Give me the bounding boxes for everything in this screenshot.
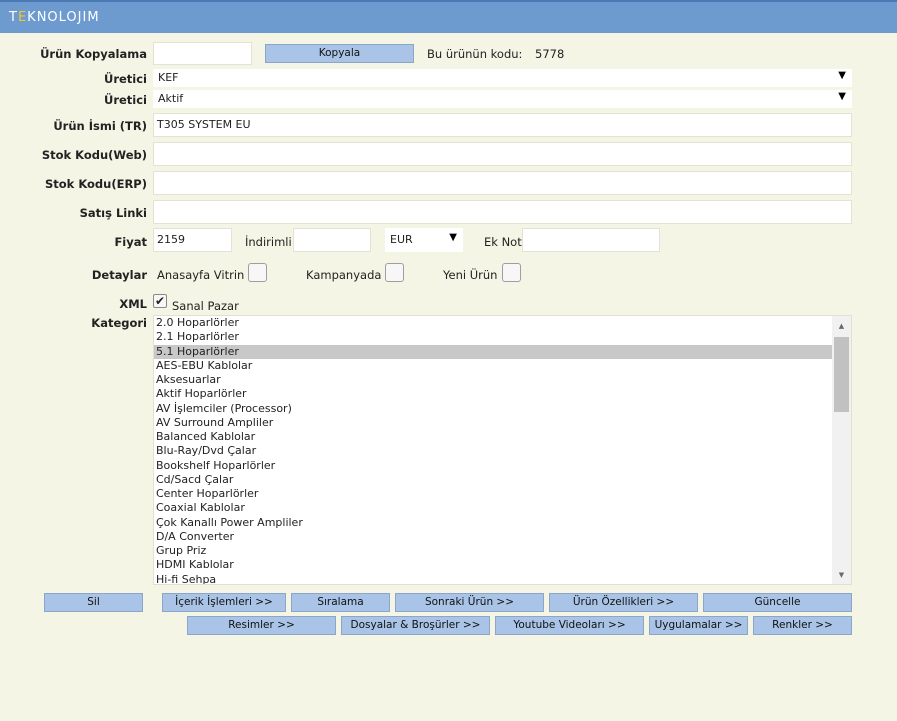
stock-web-input[interactable] (153, 142, 852, 166)
category-option[interactable]: Grup Priz (154, 544, 832, 558)
files-brochures-button[interactable]: Dosyalar & Broşürler >> (341, 616, 490, 635)
discount-label: İndirimli (245, 235, 292, 249)
manufacturer-value: KEF (158, 71, 179, 84)
content-operations-button[interactable]: İçerik İşlemleri >> (162, 593, 286, 612)
applications-button[interactable]: Uygulamalar >> (649, 616, 748, 635)
campaign-checkbox[interactable] (385, 263, 404, 282)
logo-text-end: KNOLOJIM (27, 10, 100, 25)
currency-value: EUR (390, 233, 413, 246)
scroll-down-arrow-icon[interactable]: ▼ (832, 568, 851, 582)
homepage-showcase-checkbox[interactable] (248, 263, 267, 282)
category-option[interactable]: AES-EBU Kablolar (154, 359, 832, 373)
xml-label: XML (119, 297, 147, 311)
category-option[interactable]: Center Hoparlörler (154, 487, 832, 501)
stock-erp-input[interactable] (153, 171, 852, 195)
category-option[interactable]: HDMI Kablolar (154, 558, 832, 572)
stock-web-label: Stok Kodu(Web) (41, 148, 147, 162)
category-option[interactable]: AV Surround Ampliler (154, 416, 832, 430)
currency-select[interactable]: EUR ▼ (385, 228, 463, 252)
update-button[interactable]: Güncelle (703, 593, 852, 612)
sales-link-input[interactable] (153, 200, 852, 224)
status-label: Üretici (103, 93, 147, 107)
price-input[interactable]: 2159 (153, 228, 232, 252)
virtual-market-label: Sanal Pazar (172, 299, 239, 313)
colors-button[interactable]: Renkler >> (753, 616, 852, 635)
manufacturer-select[interactable]: KEF ▼ (153, 69, 852, 87)
category-option[interactable]: AV İşlemciler (Processor) (154, 402, 832, 416)
category-option[interactable]: Coaxial Kablolar (154, 501, 832, 515)
category-option[interactable]: D/A Converter (154, 530, 832, 544)
category-option[interactable]: Hi-fi Sehpa (154, 573, 832, 585)
new-product-checkbox[interactable] (502, 263, 521, 282)
price-label: Fiyat (114, 235, 147, 249)
homepage-showcase-label: Anasayfa Vitrin (157, 268, 245, 282)
logo-text-start: T (9, 10, 18, 25)
logo-letter-accent: E (17, 10, 28, 25)
category-option[interactable]: Çok Kanallı Power Ampliler (154, 516, 832, 530)
details-label: Detaylar (91, 268, 147, 282)
category-listbox[interactable]: 2.0 Hoparlörler 2.1 Hoparlörler 5.1 Hoparl… (153, 315, 852, 585)
category-scrollbar[interactable]: ▲ ▼ (832, 316, 851, 584)
virtual-market-checkbox[interactable]: ✔ (153, 294, 167, 308)
product-name-input[interactable]: T305 SYSTEM EU (153, 113, 852, 137)
status-select[interactable]: Aktif ▼ (153, 90, 852, 108)
checkmark-icon: ✔ (154, 294, 166, 308)
scroll-up-arrow-icon[interactable]: ▲ (832, 319, 851, 333)
category-option[interactable]: 2.0 Hoparlörler (154, 316, 832, 330)
campaign-label: Kampanyada (306, 268, 382, 282)
category-option[interactable]: Aksesuarlar (154, 373, 832, 387)
category-list: 2.0 Hoparlörler 2.1 Hoparlörler 5.1 Hoparl… (154, 316, 832, 585)
extra-note-label: Ek Not (484, 235, 522, 249)
category-option[interactable]: Cd/Sacd Çalar (154, 473, 832, 487)
copy-input[interactable] (153, 42, 252, 65)
category-option[interactable]: 5.1 Hoparlörler (154, 344, 832, 359)
images-button[interactable]: Resimler >> (187, 616, 336, 635)
product-code-label: Bu ürünün kodu: (427, 47, 523, 61)
header-bar: TEKNOLOJIM (0, 0, 897, 33)
brand-logo[interactable]: TEKNOLOJIM (9, 10, 100, 25)
dropdown-arrow-icon: ▼ (838, 70, 846, 81)
product-name-label: Ürün İsmi (TR) (53, 119, 147, 133)
sorting-button[interactable]: Sıralama (291, 593, 390, 612)
copy-button[interactable]: Kopyala (265, 44, 414, 63)
category-label: Kategori (91, 316, 147, 330)
sales-link-label: Satış Linki (79, 206, 147, 220)
discount-input[interactable] (293, 228, 371, 252)
category-option[interactable]: Bookshelf Hoparlörler (154, 459, 832, 473)
youtube-videos-button[interactable]: Youtube Videoları >> (495, 616, 644, 635)
next-product-button[interactable]: Sonraki Ürün >> (395, 593, 544, 612)
new-product-label: Yeni Ürün (443, 268, 498, 282)
product-features-button[interactable]: Ürün Özellikleri >> (549, 593, 698, 612)
delete-button[interactable]: Sil (44, 593, 143, 612)
manufacturer-label: Üretici (103, 72, 147, 86)
scrollbar-thumb[interactable] (834, 337, 849, 412)
category-option[interactable]: Aktif Hoparlörler (154, 387, 832, 401)
category-option[interactable]: 2.1 Hoparlörler (154, 330, 832, 344)
product-code-value: 5778 (535, 47, 565, 61)
dropdown-arrow-icon: ▼ (838, 91, 846, 102)
dropdown-arrow-icon: ▼ (449, 232, 457, 243)
category-option[interactable]: Blu-Ray/Dvd Çalar (154, 444, 832, 458)
copy-label: Ürün Kopyalama (40, 47, 147, 61)
stock-erp-label: Stok Kodu(ERP) (44, 177, 147, 191)
status-value: Aktif (158, 92, 184, 105)
category-option[interactable]: Balanced Kablolar (154, 430, 832, 444)
extra-note-input[interactable] (522, 228, 660, 252)
